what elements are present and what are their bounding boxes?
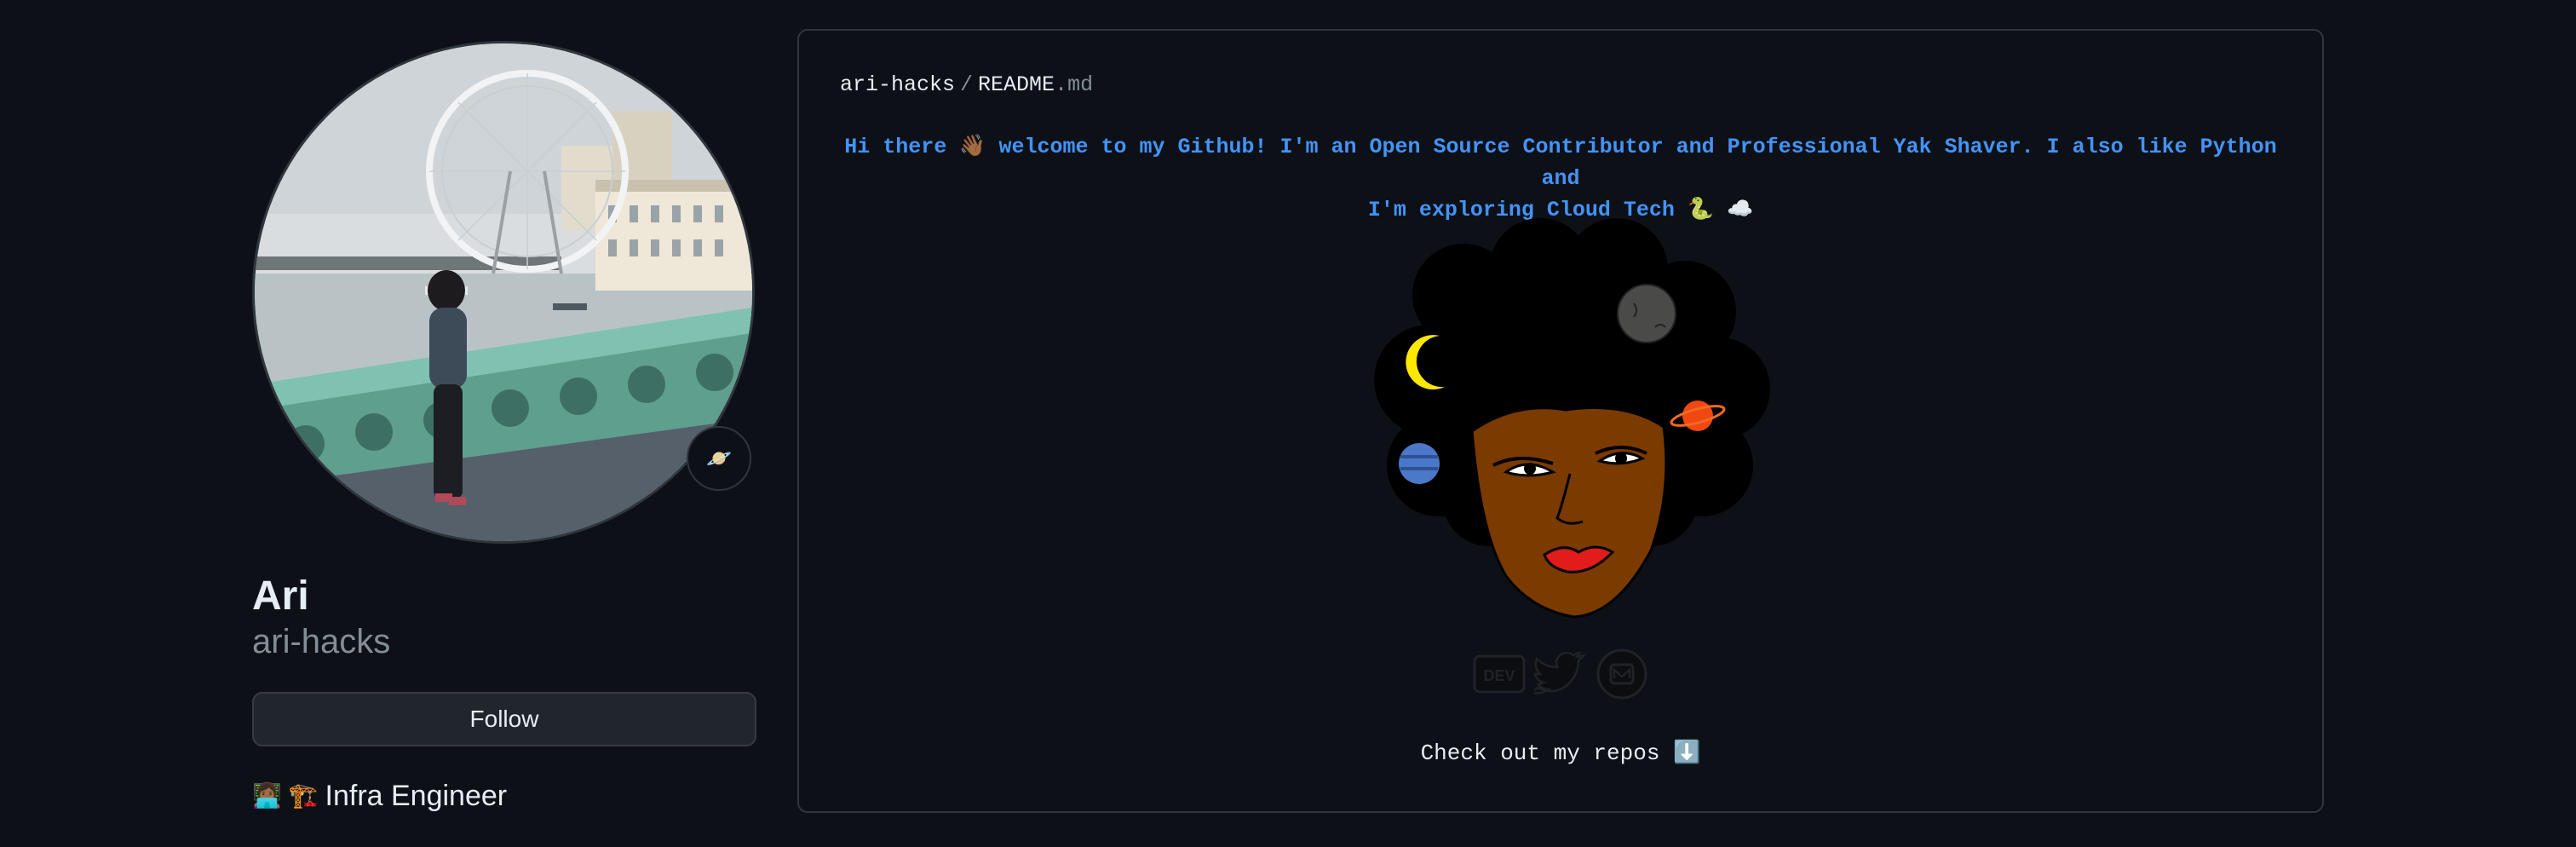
profile-display-name: Ari — [252, 573, 309, 619]
intro-line-1: Hi there 👋🏾 welcome to my Github! I'm an… — [844, 135, 2277, 191]
check-out-repos-text: Check out my repos ⬇️ — [1420, 740, 1701, 766]
avatar-illustration — [1374, 218, 1770, 619]
follow-button[interactable]: Follow — [252, 692, 756, 746]
profile-username: ari-hacks — [252, 623, 391, 660]
medium-icon[interactable] — [1596, 648, 1648, 700]
profile-readme-card: ari-hacks / README.md Hi there 👋🏾 welcome … — [797, 29, 2324, 813]
social-links: DEV — [799, 648, 2322, 700]
readme-path-user-link[interactable]: ari-hacks — [840, 72, 955, 97]
bio-emoji-icons: 👩🏾‍💻 🏗️ — [252, 782, 319, 809]
twitter-icon[interactable] — [1534, 648, 1587, 700]
planet-emoji-icon: 🪐 — [706, 447, 732, 470]
svg-text:DEV: DEV — [1483, 667, 1515, 684]
readme-intro-text: Hi there 👋🏾 welcome to my Github! I'm an… — [833, 131, 2288, 226]
profile-avatar[interactable] — [252, 41, 755, 544]
profile-bio: 👩🏾‍💻 🏗️ Infra Engineer — [252, 775, 507, 816]
bio-text: Infra Engineer — [325, 780, 508, 812]
readme-breadcrumb: ari-hacks / README.md — [840, 72, 1093, 99]
readme-path-separator: / — [960, 72, 974, 97]
dev-icon[interactable]: DEV — [1473, 648, 1526, 700]
set-status-button[interactable]: 🪐 — [687, 426, 751, 491]
readme-path-extension: .md — [1055, 72, 1094, 97]
readme-path-file[interactable]: README — [978, 72, 1055, 97]
